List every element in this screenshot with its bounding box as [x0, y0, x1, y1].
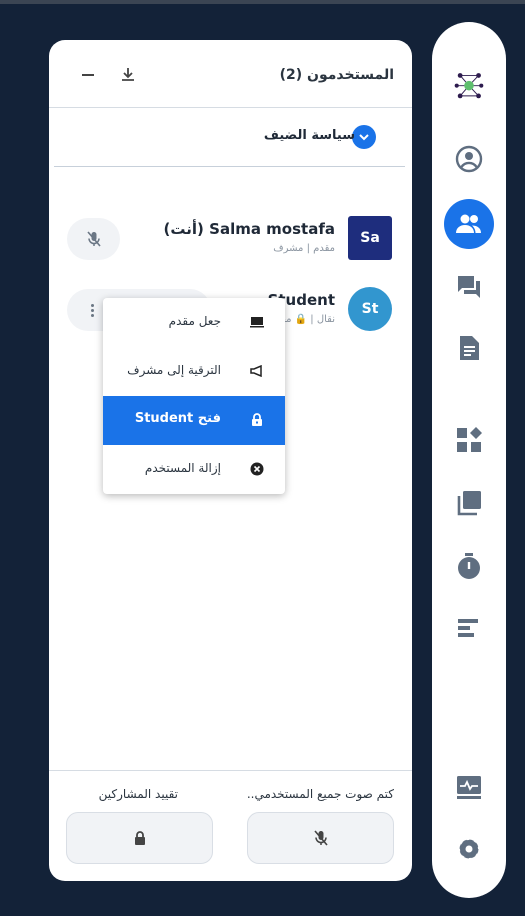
guest-policy-row[interactable]: سياسة الضيف — [54, 110, 405, 167]
restrict-participants-label: تقييد المشاركين — [98, 787, 178, 801]
activity-icon[interactable] — [444, 762, 494, 812]
user-role: مقدم | مشرف — [273, 243, 335, 254]
lock-icon — [249, 412, 265, 428]
promote-icon — [249, 363, 265, 379]
menu-item-label: الترقية إلى مشرف — [127, 363, 221, 377]
nav-rail — [432, 22, 506, 898]
user-context-menu: جعل مقدم الترقية إلى مشرف فتح Student إز… — [103, 298, 285, 494]
menu-item-remove-user[interactable]: إزالة المستخدم — [103, 445, 285, 494]
restrict-participants-button[interactable] — [66, 812, 213, 864]
menu-item-make-presenter[interactable]: جعل مقدم — [103, 298, 285, 347]
menu-item-promote-moderator[interactable]: الترقية إلى مشرف — [103, 347, 285, 396]
timer-icon[interactable] — [444, 541, 494, 591]
menu-item-label: جعل مقدم — [168, 314, 221, 328]
mic-off-icon — [86, 231, 101, 247]
panel-title: المستخدمون (2) — [279, 67, 394, 83]
menu-item-label: إزالة المستخدم — [144, 461, 221, 475]
lock-icon — [134, 831, 145, 845]
user-row-salma[interactable]: Sa Salma mostafa (أنت) مقدم | مشرف — [49, 216, 412, 266]
avatar: St — [348, 287, 392, 331]
download-icon[interactable] — [117, 64, 139, 86]
profile-icon[interactable] — [444, 134, 494, 184]
more-vertical-icon — [89, 300, 95, 320]
apps-icon[interactable] — [444, 415, 494, 465]
menu-item-unlock-user[interactable]: فتح Student — [103, 396, 285, 445]
mute-button[interactable] — [67, 218, 120, 260]
layers-icon[interactable] — [444, 478, 494, 528]
remove-icon — [249, 461, 265, 477]
chevron-down-icon[interactable] — [352, 125, 376, 149]
minimize-icon[interactable] — [77, 64, 99, 86]
presenter-icon — [249, 314, 265, 330]
guest-policy-label[interactable]: سياسة الضيف — [264, 128, 355, 143]
menu-item-label: فتح Student — [134, 411, 221, 426]
window-top-border — [0, 0, 525, 4]
avatar: Sa — [348, 216, 392, 260]
mic-off-icon — [313, 830, 328, 846]
notes-icon[interactable] — [444, 323, 494, 373]
panel-footer: كتم صوت جميع المستخدمي.. تقييد المشاركين — [49, 770, 412, 881]
users-icon[interactable] — [444, 199, 494, 249]
chat-icon[interactable] — [444, 262, 494, 312]
app-logo — [444, 60, 494, 110]
panel-header: المستخدمون (2) — [49, 40, 412, 108]
mute-all-button[interactable] — [247, 812, 394, 864]
settings-icon[interactable] — [444, 824, 494, 874]
mute-all-label: كتم صوت جميع المستخدمي.. — [246, 787, 394, 801]
user-name: Salma mostafa (أنت) — [163, 220, 335, 238]
poll-icon[interactable] — [444, 603, 494, 653]
